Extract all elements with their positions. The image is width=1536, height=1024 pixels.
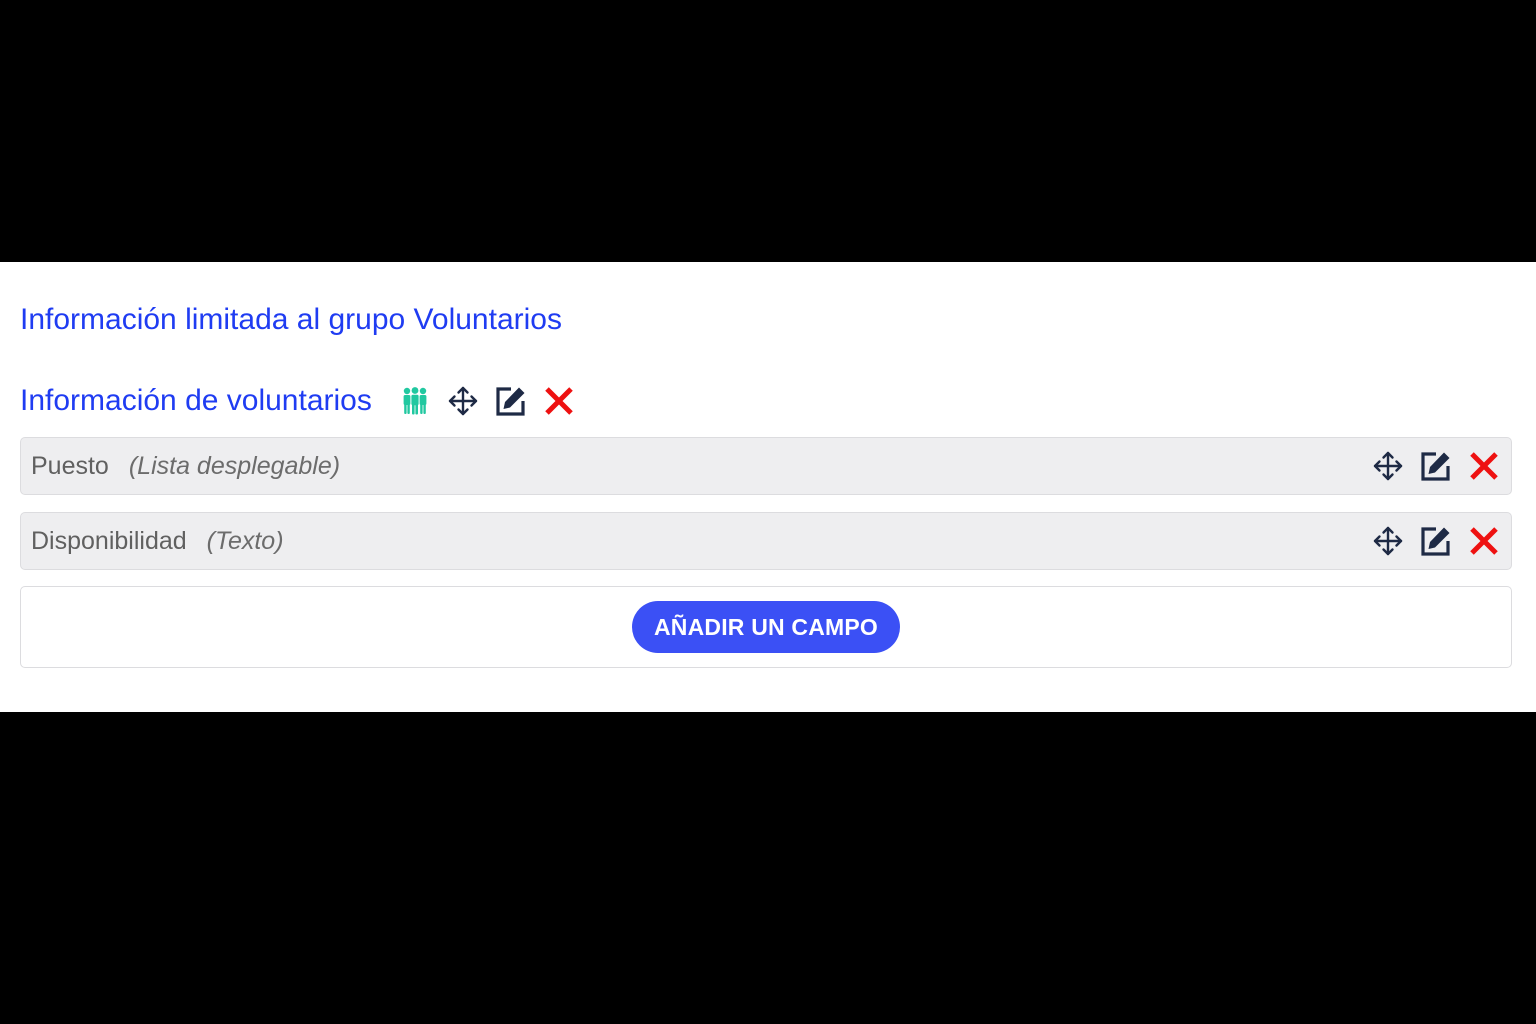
edit-icon-svg — [496, 387, 525, 416]
delete-icon-svg — [1470, 527, 1498, 555]
add-field-container: AÑADIR UN CAMPO — [20, 586, 1512, 668]
field-row-disponibilidad[interactable]: Disponibilidad (Texto) — [20, 512, 1512, 570]
edit-icon[interactable] — [1419, 449, 1453, 483]
field-name: Puesto — [31, 451, 109, 480]
move-icon-svg — [448, 386, 478, 416]
delete-icon[interactable] — [1467, 524, 1501, 558]
delete-icon[interactable] — [1467, 449, 1501, 483]
move-icon[interactable] — [446, 384, 480, 418]
field-actions — [1357, 524, 1501, 558]
delete-icon-svg — [1470, 452, 1498, 480]
field-name: Disponibilidad — [31, 526, 187, 555]
move-icon-svg — [1373, 451, 1403, 481]
group-icon[interactable] — [398, 384, 432, 418]
delete-icon-svg — [545, 387, 573, 415]
delete-icon[interactable] — [542, 384, 576, 418]
edit-icon-svg — [1421, 452, 1450, 481]
add-field-button[interactable]: AÑADIR UN CAMPO — [631, 601, 901, 653]
field-row-puesto[interactable]: Puesto (Lista desplegable) — [20, 437, 1512, 495]
field-type: (Lista desplegable) — [128, 451, 341, 480]
move-icon[interactable] — [1371, 524, 1405, 558]
section-header: Información de voluntarios — [20, 378, 590, 424]
move-icon[interactable] — [1371, 449, 1405, 483]
edit-icon[interactable] — [1419, 524, 1453, 558]
move-icon-svg — [1373, 526, 1403, 556]
field-type: (Texto) — [206, 526, 284, 555]
group-icon-svg — [403, 387, 427, 415]
restriction-title: Información limitada al grupo Voluntario… — [20, 303, 562, 336]
field-actions — [1357, 449, 1501, 483]
field-label-group: Puesto (Lista desplegable) — [31, 452, 340, 481]
edit-icon-svg — [1421, 527, 1450, 556]
field-label-group: Disponibilidad (Texto) — [31, 527, 284, 556]
edit-icon[interactable] — [494, 384, 528, 418]
form-builder-panel: Información limitada al grupo Voluntario… — [0, 262, 1536, 712]
section-title: Información de voluntarios — [20, 384, 372, 417]
